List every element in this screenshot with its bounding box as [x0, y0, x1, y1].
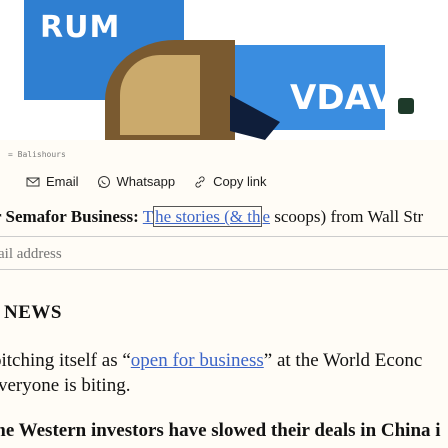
- article-line-3: me Western investors have slowed their d…: [0, 420, 441, 441]
- photo-credit: = Balishours: [8, 150, 66, 159]
- share-whatsapp-button[interactable]: Whatsapp: [97, 174, 176, 189]
- section-heading-news: NEWS: [4, 302, 62, 323]
- copy-link-label: Copy link: [213, 174, 267, 189]
- email-address-input[interactable]: [0, 243, 298, 265]
- share-email-button[interactable]: Email: [26, 174, 79, 189]
- article-line-1: oitching itself as “open for business” a…: [0, 350, 422, 372]
- share-whatsapp-label: Whatsapp: [116, 174, 176, 189]
- share-email-label: Email: [46, 174, 79, 189]
- newsletter-link-text-b: e: [262, 207, 271, 226]
- newsletter-link[interactable]: The stories (& th e: [143, 206, 270, 227]
- newsletter-link-text-a: T: [142, 207, 154, 226]
- hero-image: RUM VDAV: [0, 0, 448, 140]
- newsletter-signup: [0, 236, 448, 270]
- newsletter-description: scoops) from Wall Str: [270, 207, 424, 226]
- hero-figure-highlight: [120, 55, 200, 135]
- whatsapp-icon: [97, 175, 110, 188]
- hero-right-blank: [385, 0, 448, 140]
- article-link-open-for-business[interactable]: open for business: [131, 350, 264, 371]
- newsletter-promo: r Semafor Business: The stories (& th e s…: [0, 206, 448, 227]
- email-icon: [26, 177, 40, 186]
- copy-link-button[interactable]: Copy link: [193, 174, 267, 189]
- article-line-2: veryone is biting.: [0, 375, 131, 396]
- newsletter-link-focus: he stories (& th: [153, 206, 263, 227]
- article-text: ” at the World Econc: [263, 350, 423, 371]
- link-icon: [195, 175, 205, 188]
- hero-text-right: VDAV: [290, 78, 395, 118]
- newsletter-name: r Semafor Business:: [0, 207, 139, 226]
- hero-text-left: RUM: [40, 10, 121, 45]
- share-bar: Email Whatsapp Copy link: [26, 174, 267, 189]
- article-text: oitching itself as “: [0, 350, 131, 371]
- hero-green-mark: [398, 98, 414, 114]
